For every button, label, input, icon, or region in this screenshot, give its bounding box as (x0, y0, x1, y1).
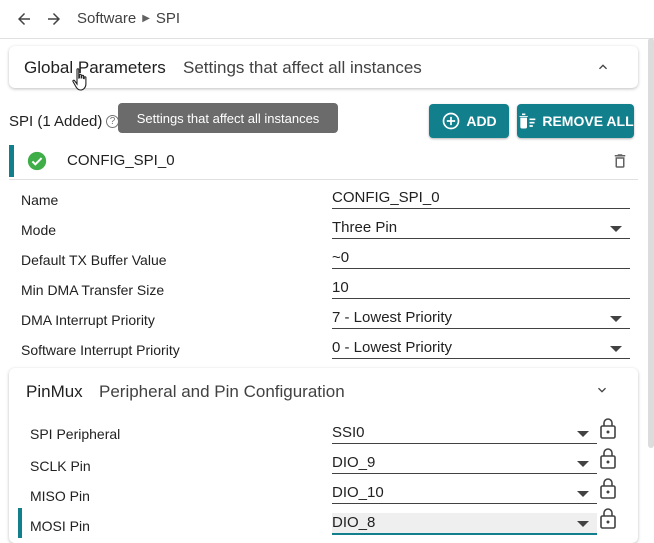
pinmux-subtitle: Peripheral and Pin Configuration (99, 382, 345, 401)
dropdown-arrow-icon (610, 346, 622, 352)
check-circle-icon (27, 151, 47, 171)
sw-priority-value: 0 - Lowest Priority (332, 339, 453, 356)
scrollbar[interactable] (648, 38, 654, 448)
add-button[interactable]: ADD (429, 104, 509, 138)
instance-name: CONFIG_SPI_0 (67, 152, 175, 169)
mode-value: Three Pin (332, 219, 398, 236)
min-dma-label: Min DMA Transfer Size (21, 282, 165, 298)
name-field[interactable]: CONFIG_SPI_0 (332, 188, 630, 209)
breadcrumb-spi[interactable]: SPI (156, 10, 180, 27)
hand-cursor-icon (72, 68, 87, 91)
tx-buffer-field[interactable]: ~0 (332, 248, 630, 269)
top-bar: Software ▶ SPI (0, 0, 654, 39)
forward-arrow-icon[interactable] (45, 10, 63, 28)
miso-pin-select[interactable]: DIO_10 (332, 483, 597, 504)
sclk-pin-value: DIO_9 (332, 454, 376, 471)
min-dma-field[interactable]: 10 (332, 278, 630, 299)
spi-peripheral-label: SPI Peripheral (30, 426, 121, 442)
global-parameters-panel[interactable]: Global Parameters Settings that affect a… (9, 46, 638, 88)
lock-icon[interactable] (599, 447, 617, 469)
chevron-down-icon[interactable] (594, 382, 610, 398)
global-parameters-title: Global Parameters (24, 58, 166, 77)
tx-buffer-value: ~0 (332, 249, 350, 266)
miso-pin-label: MISO Pin (30, 488, 90, 504)
instance-selected-indicator (9, 145, 14, 177)
trash-icon[interactable] (611, 152, 629, 170)
mosi-pin-value: DIO_8 (332, 514, 376, 531)
pinmux-title: PinMux (26, 382, 83, 401)
spi-peripheral-select[interactable]: SSI0 (332, 423, 597, 444)
back-arrow-icon[interactable] (15, 10, 33, 28)
delete-sweep-icon (519, 113, 536, 129)
chevron-up-icon[interactable] (595, 59, 611, 75)
spi-peripheral-value: SSI0 (332, 424, 365, 441)
instance-row[interactable]: CONFIG_SPI_0 (9, 143, 638, 180)
pinmux-panel: PinMux Peripheral and Pin Configuration … (9, 368, 638, 543)
dropdown-arrow-icon (577, 521, 589, 527)
breadcrumb: Software ▶ SPI (77, 10, 180, 27)
dma-priority-value: 7 - Lowest Priority (332, 309, 453, 326)
lock-icon[interactable] (599, 477, 617, 499)
tooltip-text: Settings that affect all instances (136, 110, 320, 126)
mosi-row-indicator (18, 508, 22, 538)
add-button-label: ADD (466, 113, 497, 129)
breadcrumb-software[interactable]: Software (77, 10, 136, 27)
tooltip: Settings that affect all instances (118, 103, 338, 133)
dropdown-arrow-icon (577, 431, 589, 437)
add-circle-icon (442, 112, 460, 130)
dropdown-arrow-icon (610, 226, 622, 232)
name-label: Name (21, 192, 59, 208)
spi-section-title: SPI (1 Added) (9, 113, 103, 130)
dropdown-arrow-icon (577, 491, 589, 497)
sw-priority-label: Software Interrupt Priority (21, 342, 180, 358)
min-dma-value: 10 (332, 279, 349, 296)
global-parameters-subtitle: Settings that affect all instances (183, 58, 422, 77)
sw-priority-select[interactable]: 0 - Lowest Priority (332, 338, 630, 359)
dma-priority-select[interactable]: 7 - Lowest Priority (332, 308, 630, 329)
mosi-pin-select[interactable]: DIO_8 (332, 513, 597, 535)
dma-priority-label: DMA Interrupt Priority (21, 312, 155, 328)
breadcrumb-separator-icon: ▶ (142, 13, 150, 24)
name-value: CONFIG_SPI_0 (332, 189, 440, 206)
remove-all-button-label: REMOVE ALL (542, 113, 634, 129)
mode-select[interactable]: Three Pin (332, 218, 630, 239)
mode-label: Mode (21, 222, 57, 238)
lock-icon[interactable] (599, 417, 617, 439)
mosi-pin-label: MOSI Pin (30, 518, 90, 534)
miso-pin-value: DIO_10 (332, 484, 384, 501)
dropdown-arrow-icon (610, 316, 622, 322)
tx-buffer-label: Default TX Buffer Value (21, 252, 167, 268)
sclk-pin-select[interactable]: DIO_9 (332, 453, 597, 474)
dropdown-arrow-icon (577, 461, 589, 467)
remove-all-button[interactable]: REMOVE ALL (517, 104, 634, 138)
sclk-pin-label: SCLK Pin (30, 458, 91, 474)
lock-icon[interactable] (599, 507, 617, 529)
